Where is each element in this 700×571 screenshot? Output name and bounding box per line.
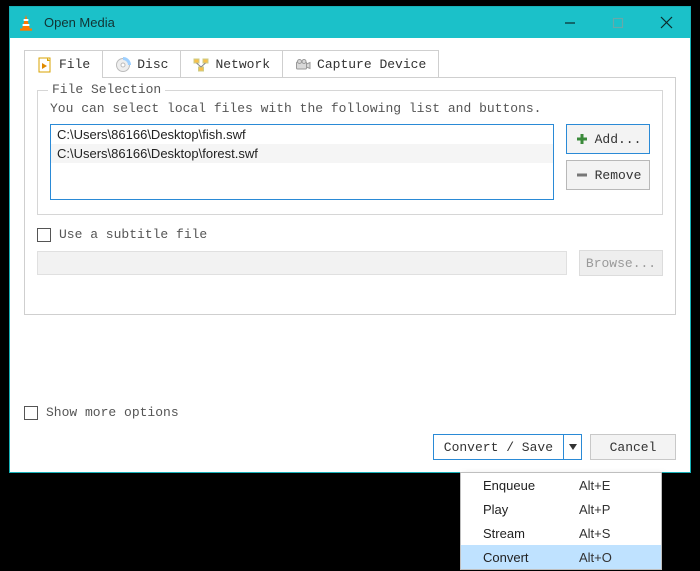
tab-network[interactable]: Network: [181, 50, 283, 78]
menu-label: Play: [461, 502, 579, 517]
cancel-button[interactable]: Cancel: [590, 434, 676, 460]
file-tab-panel: File Selection You can select local file…: [24, 77, 676, 315]
convert-save-menu: Enqueue Alt+E Play Alt+P Stream Alt+S Co…: [460, 472, 662, 570]
subtitle-checkbox[interactable]: [37, 228, 51, 242]
list-item[interactable]: C:\Users\86166\Desktop\forest.swf: [51, 144, 553, 163]
chevron-down-icon: [569, 443, 577, 451]
minimize-button[interactable]: [546, 7, 594, 38]
menu-accel: Alt+E: [579, 478, 661, 493]
disc-icon: [115, 57, 131, 73]
group-legend: File Selection: [48, 82, 165, 97]
tab-label: Capture Device: [317, 57, 426, 72]
capture-icon: [295, 57, 311, 73]
menu-item-play[interactable]: Play Alt+P: [461, 497, 661, 521]
more-options-label: Show more options: [46, 405, 179, 420]
tab-label: Network: [215, 57, 270, 72]
window-title: Open Media: [44, 15, 115, 30]
network-icon: [193, 57, 209, 73]
convert-save-button[interactable]: Convert / Save: [433, 434, 582, 460]
menu-accel: Alt+P: [579, 502, 661, 517]
add-button[interactable]: Add...: [566, 124, 650, 154]
menu-accel: Alt+O: [579, 550, 661, 565]
menu-accel: Alt+S: [579, 526, 661, 541]
convert-save-dropdown[interactable]: [563, 435, 581, 459]
browse-button: Browse...: [579, 250, 663, 276]
menu-label: Stream: [461, 526, 579, 541]
remove-button[interactable]: Remove: [566, 160, 650, 190]
close-button[interactable]: [642, 7, 690, 38]
file-selection-group: File Selection You can select local file…: [37, 90, 663, 215]
menu-item-stream[interactable]: Stream Alt+S: [461, 521, 661, 545]
tab-file[interactable]: File: [24, 50, 103, 78]
button-label: Convert / Save: [434, 435, 563, 459]
vlc-cone-icon: [16, 13, 36, 33]
dialog-body: File Disc Network Capture Device: [10, 38, 690, 472]
menu-item-enqueue[interactable]: Enqueue Alt+E: [461, 473, 661, 497]
tab-label: File: [59, 57, 90, 72]
file-icon: [37, 57, 53, 73]
action-row: Convert / Save Cancel: [433, 434, 676, 460]
titlebar: Open Media: [10, 7, 690, 38]
more-options-checkbox[interactable]: [24, 406, 38, 420]
list-item[interactable]: C:\Users\86166\Desktop\fish.swf: [51, 125, 553, 144]
help-text: You can select local files with the foll…: [50, 101, 650, 116]
tab-disc[interactable]: Disc: [103, 50, 181, 78]
tab-label: Disc: [137, 57, 168, 72]
window-controls: [546, 7, 690, 38]
open-media-window: Open Media File: [9, 6, 691, 473]
minus-icon: [575, 168, 589, 182]
menu-label: Convert: [461, 550, 579, 565]
button-label: Browse...: [586, 256, 656, 271]
plus-icon: [575, 132, 589, 146]
subtitle-path-input: [37, 251, 567, 275]
file-list[interactable]: C:\Users\86166\Desktop\fish.swf C:\Users…: [50, 124, 554, 200]
button-label: Remove: [595, 168, 642, 183]
button-label: Cancel: [610, 440, 657, 455]
show-more-options-row: Show more options: [24, 405, 179, 420]
button-label: Add...: [595, 132, 642, 147]
menu-label: Enqueue: [461, 478, 579, 493]
subtitle-label: Use a subtitle file: [59, 227, 207, 242]
tab-bar: File Disc Network Capture Device: [24, 50, 676, 78]
maximize-button[interactable]: [594, 7, 642, 38]
menu-item-convert[interactable]: Convert Alt+O: [461, 545, 661, 569]
tab-capture-device[interactable]: Capture Device: [283, 50, 439, 78]
